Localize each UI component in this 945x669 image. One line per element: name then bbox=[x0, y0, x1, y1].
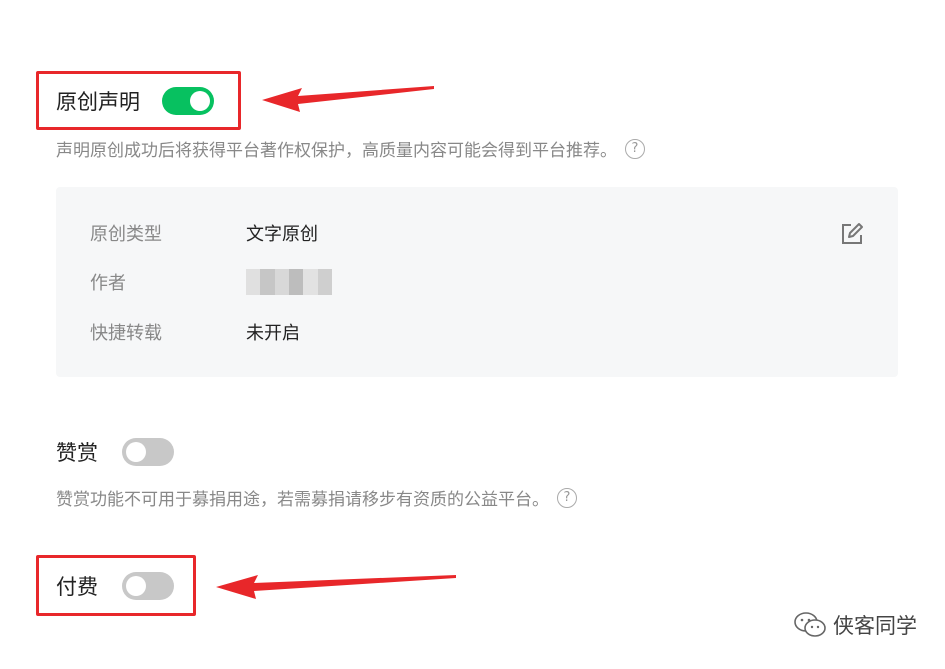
detail-key: 作者 bbox=[90, 273, 126, 294]
annotation-arrow-paid bbox=[216, 575, 456, 599]
original-description: 声明原创成功后将获得平台著作权保护，高质量内容可能会得到平台推荐。 bbox=[56, 141, 617, 161]
detail-value: 文字原创 bbox=[246, 224, 318, 245]
original-toggle[interactable] bbox=[162, 87, 214, 115]
toggle-knob bbox=[126, 576, 146, 596]
detail-row-repost: 快捷转载 未开启 bbox=[90, 319, 300, 345]
paid-toggle[interactable] bbox=[122, 572, 174, 600]
annotation-arrow-original bbox=[262, 86, 434, 112]
author-blurred-value bbox=[246, 269, 332, 295]
original-details-panel: 原创类型 文字原创 作者 快捷转载 未开启 bbox=[56, 187, 898, 377]
original-row: 原创声明 bbox=[56, 86, 214, 116]
reward-label: 赞赏 bbox=[56, 441, 98, 465]
watermark: 侠客同学 bbox=[793, 610, 917, 640]
help-icon[interactable]: ? bbox=[557, 487, 577, 508]
page: 原创声明 声明原创成功后将获得平台著作权保护，高质量内容可能会得到平台推荐。 ?… bbox=[0, 0, 945, 669]
wechat-icon bbox=[794, 612, 826, 637]
detail-row-type: 原创类型 文字原创 bbox=[90, 220, 318, 246]
detail-value: 未开启 bbox=[246, 323, 300, 344]
detail-key: 原创类型 bbox=[90, 224, 162, 245]
help-icon[interactable]: ? bbox=[625, 138, 645, 159]
reward-description: 赞赏功能不可用于募捐用途，若需募捐请移步有资质的公益平台。 bbox=[56, 490, 549, 510]
reward-description-row: 赞赏功能不可用于募捐用途，若需募捐请移步有资质的公益平台。 ? bbox=[56, 485, 577, 510]
edit-icon[interactable] bbox=[840, 222, 864, 246]
paid-row: 付费 bbox=[56, 571, 174, 601]
reward-toggle[interactable] bbox=[122, 438, 174, 466]
original-description-row: 声明原创成功后将获得平台著作权保护，高质量内容可能会得到平台推荐。 ? bbox=[56, 136, 645, 161]
detail-key: 快捷转载 bbox=[90, 323, 162, 344]
paid-label: 付费 bbox=[56, 575, 98, 599]
watermark-text: 侠客同学 bbox=[833, 614, 917, 638]
detail-row-author: 作者 bbox=[90, 269, 332, 295]
toggle-knob bbox=[190, 91, 210, 111]
original-label: 原创声明 bbox=[56, 90, 140, 114]
toggle-knob bbox=[126, 442, 146, 462]
reward-row: 赞赏 bbox=[56, 437, 174, 467]
